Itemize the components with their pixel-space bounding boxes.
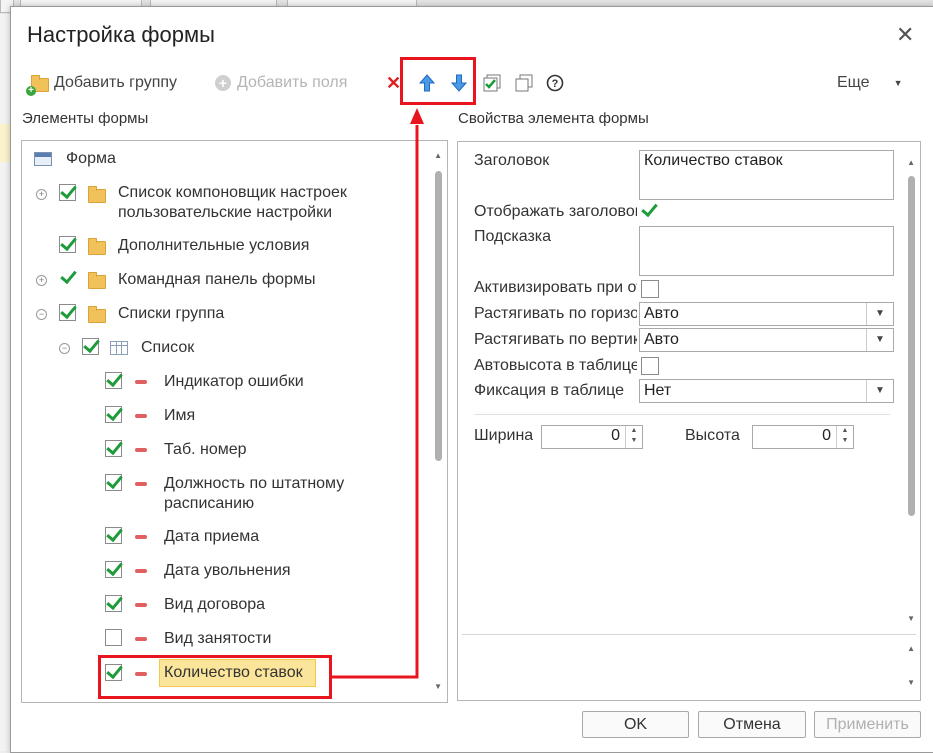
- annotation-arrow: [332, 108, 424, 679]
